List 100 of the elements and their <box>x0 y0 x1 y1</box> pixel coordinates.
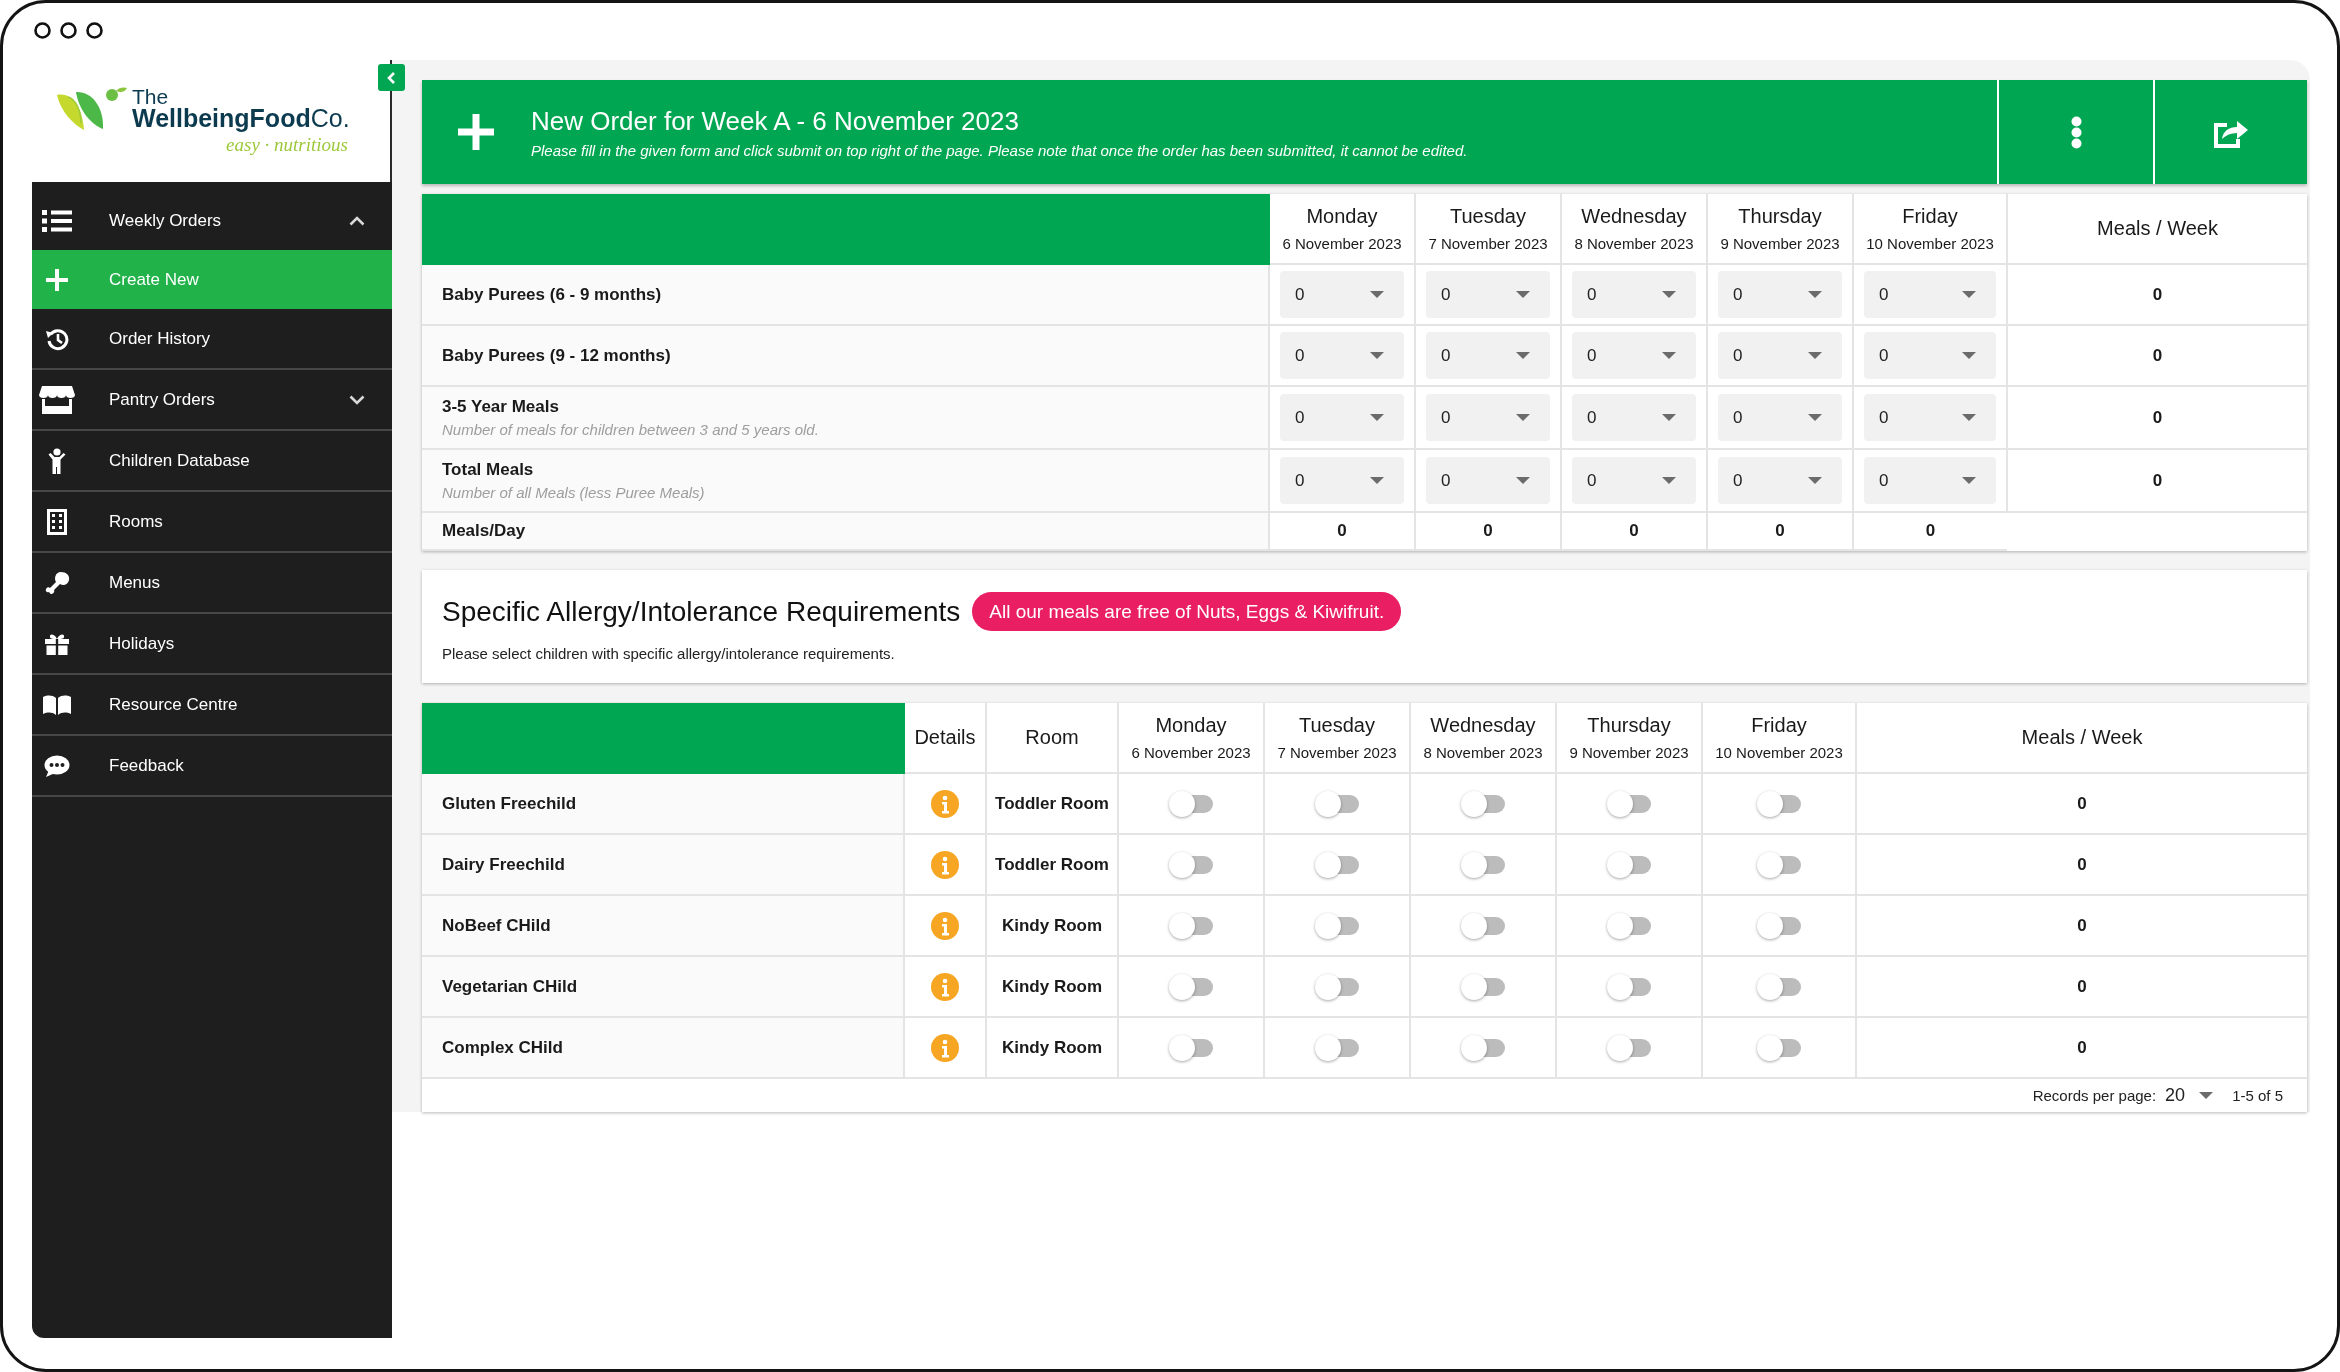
column-header: Details <box>904 703 986 773</box>
toggle-switch[interactable] <box>1607 1034 1651 1061</box>
toggle-switch[interactable] <box>1607 973 1651 1000</box>
date-label: 10 November 2023 <box>1714 743 1844 763</box>
table-cell: 0 <box>1561 512 1707 550</box>
table-cell: Dairy Freechild <box>422 834 904 895</box>
toggle-switch[interactable] <box>1461 973 1505 1000</box>
toggle-switch[interactable] <box>1169 973 1213 1000</box>
quantity-select[interactable]: 0 <box>1718 332 1842 379</box>
caret-icon <box>1808 352 1822 359</box>
nav-item[interactable]: Resource Centre <box>32 675 392 734</box>
nav-item[interactable]: Menus <box>32 553 392 612</box>
quantity-select[interactable]: 0 <box>1572 394 1696 441</box>
day-label: Wednesday <box>1580 204 1688 229</box>
caret-icon <box>1808 477 1822 484</box>
toggle-switch[interactable] <box>1757 912 1801 939</box>
toggle-switch[interactable] <box>1757 851 1801 878</box>
toggle-switch[interactable] <box>1169 790 1213 817</box>
quantity-select[interactable]: 0 <box>1718 271 1842 318</box>
notice-badge: All our meals are free of Nuts, Eggs & Kiwifruit. <box>972 592 1402 631</box>
nav-item[interactable]: Weekly Orders <box>32 191 392 250</box>
caret-icon <box>1808 291 1822 298</box>
toggle-switch[interactable] <box>1315 851 1359 878</box>
quantity-select[interactable]: 0 <box>1426 457 1550 504</box>
quantity-select[interactable]: 0 <box>1426 332 1550 379</box>
toggle-switch[interactable] <box>1607 912 1651 939</box>
quantity-select[interactable]: 0 <box>1864 457 1996 504</box>
toggle-switch[interactable] <box>1315 790 1359 817</box>
caret-icon <box>1962 291 1976 298</box>
caret-icon <box>1962 414 1976 421</box>
quantity-select[interactable]: 0 <box>1572 332 1696 379</box>
person-icon <box>47 447 67 474</box>
toggle-switch[interactable] <box>1607 790 1651 817</box>
table-cell: 0 <box>1415 512 1561 550</box>
toggle-switch[interactable] <box>1757 790 1801 817</box>
row-note: Number of all Meals (less Puree Meals) <box>442 484 706 502</box>
chevron-up-icon[interactable] <box>349 215 365 226</box>
nav-item[interactable]: Children Database <box>32 431 392 490</box>
quantity-select[interactable]: 0 <box>1718 457 1842 504</box>
table-cell: NoBeef CHild <box>422 895 904 956</box>
toggle-switch[interactable] <box>1461 912 1505 939</box>
quantity-select[interactable]: 0 <box>1280 271 1404 318</box>
records-per-page-label: Records per page: <box>2032 1087 2157 1104</box>
toggle-switch[interactable] <box>1169 1034 1213 1061</box>
quantity-select[interactable]: 0 <box>1718 394 1842 441</box>
plus-icon <box>46 268 68 291</box>
nav-item[interactable]: Order History <box>32 309 392 368</box>
nav-item[interactable]: Feedback <box>32 736 392 795</box>
window-dot-icon[interactable] <box>86 22 103 39</box>
quantity-select[interactable]: 0 <box>1280 332 1404 379</box>
caret-icon <box>1370 414 1384 421</box>
row-label: Total Meals <box>442 459 535 480</box>
date-label: 9 November 2023 <box>1568 743 1690 763</box>
nav-item[interactable]: Rooms <box>32 492 392 551</box>
quantity-select[interactable]: 0 <box>1280 457 1404 504</box>
window-dot-icon[interactable] <box>34 22 51 39</box>
quantity-select[interactable]: 0 <box>1426 271 1550 318</box>
nav-item[interactable]: Holidays <box>32 614 392 673</box>
day-label: Wednesday <box>1429 713 1537 738</box>
collapse-sidebar-button[interactable] <box>378 64 405 91</box>
quantity-select[interactable]: 0 <box>1864 332 1996 379</box>
caret-icon <box>1370 352 1384 359</box>
per-page-select[interactable]: 20 <box>2165 1085 2214 1106</box>
day-label: Monday <box>1305 204 1379 229</box>
date-label: 9 November 2023 <box>1719 234 1841 254</box>
info-icon[interactable] <box>931 972 959 1001</box>
toggle-switch[interactable] <box>1461 790 1505 817</box>
toggle-switch[interactable] <box>1607 851 1651 878</box>
quantity-select[interactable]: 0 <box>1572 457 1696 504</box>
toggle-switch[interactable] <box>1461 851 1505 878</box>
gift-icon <box>45 632 69 655</box>
column-header: Meals / Week <box>2007 194 2307 264</box>
date-label: 6 November 2023 <box>1281 234 1403 254</box>
caret-icon <box>1516 352 1530 359</box>
toggle-switch[interactable] <box>1169 851 1213 878</box>
day-label: Tuesday <box>1298 713 1376 738</box>
toggle-switch[interactable] <box>1315 973 1359 1000</box>
toggle-switch[interactable] <box>1757 973 1801 1000</box>
date-label: 7 November 2023 <box>1427 234 1549 254</box>
toggle-switch[interactable] <box>1461 1034 1505 1061</box>
info-icon[interactable] <box>931 850 959 879</box>
caret-icon <box>1516 414 1530 421</box>
info-icon[interactable] <box>931 1033 959 1062</box>
table-cell: Kindy Room <box>986 895 1118 956</box>
toggle-switch[interactable] <box>1315 1034 1359 1061</box>
quantity-select[interactable]: 0 <box>1426 394 1550 441</box>
toggle-switch[interactable] <box>1757 1034 1801 1061</box>
info-icon[interactable] <box>931 789 959 818</box>
row-label: Baby Purees (6 - 9 months) <box>442 284 663 305</box>
window-dot-icon[interactable] <box>60 22 77 39</box>
toggle-switch[interactable] <box>1169 912 1213 939</box>
nav-item[interactable]: Pantry Orders <box>32 370 392 429</box>
quantity-select[interactable]: 0 <box>1864 271 1996 318</box>
info-icon[interactable] <box>931 911 959 940</box>
quantity-select[interactable]: 0 <box>1864 394 1996 441</box>
toggle-switch[interactable] <box>1315 912 1359 939</box>
chevron-down-icon[interactable] <box>349 394 365 405</box>
quantity-select[interactable]: 0 <box>1280 394 1404 441</box>
quantity-select[interactable]: 0 <box>1572 271 1696 318</box>
day-label: Friday <box>1750 713 1808 738</box>
